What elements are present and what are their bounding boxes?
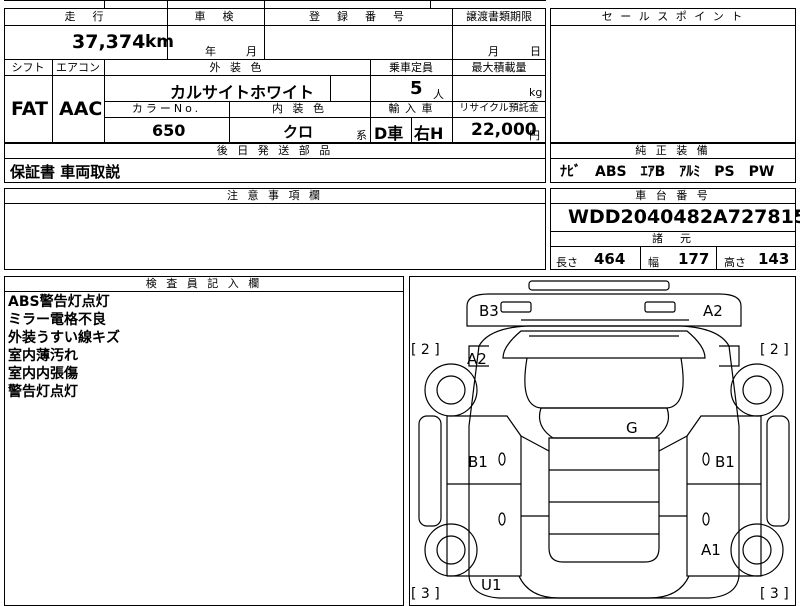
bracket-left-bottom: [ 3 ] [411,586,440,600]
transfer-month-label: 月 [488,45,499,58]
bracket-right-bottom: [ 3 ] [760,586,789,600]
mark-a2-top: A2 [703,302,723,320]
notes-header: 注 意 事 項 欄 [227,189,323,202]
bracket-left-top: [ 2 ] [411,342,440,358]
recycle-fee-value: 22,000 [471,120,537,140]
capacity-value: 5 [410,78,423,99]
color-no-value: 650 [152,121,186,140]
inspector-note: 外装うすい線キズ [8,330,120,346]
inspector-note: ミラー電格不良 [8,312,106,328]
chassis-number: WDD2040482A727815 [568,206,800,228]
height-value: 143 [758,250,790,268]
mileage-value: 37,374 [72,31,146,53]
width-label: 幅 [648,256,659,269]
recycle-fee-unit: 円 [529,129,540,142]
accessories-header: 後 日 発 送 部 品 [216,144,334,157]
mark-u1: U1 [481,576,502,594]
max-load-header: 最大積載量 [471,61,527,74]
chassis-header: 車 台 番 号 [635,189,711,202]
car-diagram: B3 A2 A2 G B1 B1 A1 U1 [ 2 ] [ 2 ] [ 3 ]… [411,280,790,600]
inspection-year-label: 年 [205,45,216,58]
exterior-color-header: 外 装 色 [209,61,265,74]
sales-point-header: セ ー ル ス ポ イ ン ト [601,10,745,23]
exterior-color-value: カルサイトホワイト [170,83,315,102]
inspection-header: 車 検 [194,10,237,23]
inspector-note: 室内薄汚れ [8,348,78,364]
length-value: 464 [594,250,626,268]
equipment-value: ﾅﾋﾞ ABS ｴｱB ｱﾙﾐ PS PW [560,164,775,180]
interior-color-header: 内 装 色 [272,102,327,115]
color-no-header: カラーNo. [131,102,202,115]
capacity-unit: 人 [433,88,444,101]
inspector-note: 警告灯点灯 [8,384,78,400]
mark-b3: B3 [479,302,499,320]
shift-header: シフト [11,61,45,74]
mark-b1-right: B1 [715,453,735,471]
inspector-header: 検 査 員 記 入 欄 [145,277,263,290]
width-value: 177 [678,250,710,268]
mileage-header: 走 行 [64,10,107,23]
import-drive: D車 [374,124,404,143]
import-handle: 右H [414,124,444,143]
recycle-fee-header: リサイクル預託金 [459,103,539,114]
mark-g: G [626,419,638,437]
equipment-header: 純 正 装 備 [635,144,711,157]
sales-point-box [550,8,796,143]
accessories-value: 保証書 車両取説 [10,163,121,181]
inspector-note: 室内内張傷 [8,366,78,382]
bracket-right-top: [ 2 ] [760,342,789,358]
interior-color-value: クロ [283,123,314,141]
registration-header: 登 録 番 号 [309,10,407,23]
interior-suffix: 系 [356,129,367,142]
transfer-day-label: 日 [530,45,541,58]
length-label: 長さ [556,256,578,269]
mark-b1-left: B1 [468,453,488,471]
shift-value: FAT [11,98,48,120]
mileage-unit: km [145,32,175,52]
mark-a1: A1 [701,541,721,559]
max-load-unit: kg [529,86,543,99]
specs-header: 諸 元 [652,232,694,245]
mark-a2-left: A2 [467,350,487,368]
aircon-value: AAC [59,98,103,120]
aircon-header: エアコン [56,61,100,74]
import-header: 輸 入 車 [388,102,434,115]
transfer-deadline-header: 譲渡書類期限 [466,10,532,23]
height-label: 高さ [724,256,746,269]
inspector-note: ABS警告灯点灯 [8,294,110,310]
inspection-month-label: 月 [246,45,257,58]
capacity-header: 乗車定員 [389,61,433,74]
